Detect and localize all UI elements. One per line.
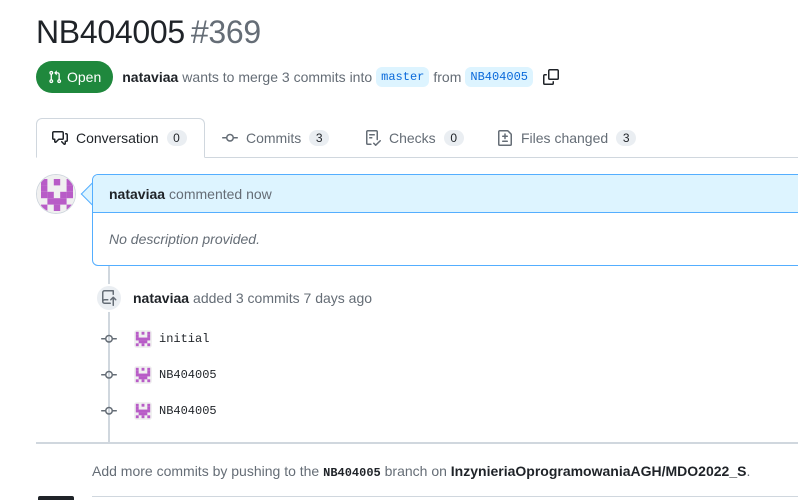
push-description: added 3 commits 7 days ago xyxy=(193,290,373,306)
tab-conversation[interactable]: Conversation 0 xyxy=(36,118,205,158)
commit-message-link[interactable]: NB404005 xyxy=(159,368,217,382)
commit-row: NB404005 xyxy=(100,401,217,421)
push-hint-suffix: . xyxy=(746,463,751,479)
tab-label: Commits xyxy=(246,130,302,146)
comment-header: nataviaa commented now xyxy=(93,175,798,213)
commit-message-link[interactable]: NB404005 xyxy=(159,404,217,418)
from-text: from xyxy=(433,69,462,85)
timeline-divider xyxy=(36,442,798,444)
tab-label: Files changed xyxy=(521,130,609,146)
author-link[interactable]: nataviaa xyxy=(122,69,178,85)
repo-link[interactable]: InzynieriaOprogramowaniaAGH/MDO2022_S xyxy=(451,463,747,479)
comment-body: No description provided. xyxy=(109,231,260,247)
git-commit-icon xyxy=(100,331,118,347)
push-event-badge xyxy=(95,284,123,312)
pr-meta: Open nataviaa wants to merge 3 commits i… xyxy=(36,61,559,93)
tab-counter: 3 xyxy=(309,130,330,146)
head-branch[interactable]: NB404005 xyxy=(465,67,533,87)
avatar[interactable] xyxy=(134,366,152,384)
push-author-link[interactable]: nataviaa xyxy=(133,290,189,306)
push-hint-middle: branch on xyxy=(384,463,447,479)
avatar[interactable] xyxy=(134,330,152,348)
commit-row: NB404005 xyxy=(100,365,217,385)
tab-counter: 0 xyxy=(166,130,187,146)
push-hint-branch: NB404005 xyxy=(323,466,381,480)
comment-box: nataviaa commented now No description pr… xyxy=(92,174,798,266)
git-pull-request-icon xyxy=(49,70,62,84)
copy-icon[interactable] xyxy=(542,69,559,85)
pr-title: NB404005 #369 xyxy=(36,14,261,51)
next-box-stub xyxy=(92,496,798,500)
tab-commits[interactable]: Commits 3 xyxy=(222,118,330,158)
tab-label: Conversation xyxy=(76,130,159,146)
git-commit-icon xyxy=(100,367,118,383)
state-badge-open: Open xyxy=(36,61,114,93)
git-commit-icon xyxy=(222,133,238,142)
pr-title-text: NB404005 xyxy=(36,14,185,50)
git-commit-icon xyxy=(100,403,118,419)
next-avatar-stub xyxy=(38,496,74,500)
avatar[interactable] xyxy=(36,174,76,214)
comment-author-link[interactable]: nataviaa xyxy=(109,186,165,202)
push-hint-prefix: Add more commits by pushing to the xyxy=(92,463,320,479)
tab-label: Checks xyxy=(389,130,436,146)
identicon-icon xyxy=(37,175,75,213)
push-event-text: nataviaa added 3 commits 7 days ago xyxy=(133,290,372,306)
tab-checks[interactable]: Checks 0 xyxy=(365,118,464,158)
commit-row: initial xyxy=(100,329,209,349)
comment-action[interactable]: commented now xyxy=(169,186,272,202)
pr-tabs: Conversation 0 Commits 3 Checks 0 Files … xyxy=(36,118,798,158)
comment-discussion-icon xyxy=(52,131,68,145)
push-hint: Add more commits by pushing to the NB404… xyxy=(92,463,750,480)
tab-counter: 3 xyxy=(616,130,637,146)
file-diff-icon xyxy=(498,130,512,146)
base-branch[interactable]: master xyxy=(376,67,430,87)
state-label: Open xyxy=(67,69,102,85)
tab-counter: 0 xyxy=(443,130,464,146)
pr-number: #369 xyxy=(190,14,261,50)
checklist-icon xyxy=(366,130,381,146)
merge-text: wants to merge 3 commits into xyxy=(182,69,373,85)
avatar[interactable] xyxy=(134,402,152,420)
commit-message-link[interactable]: initial xyxy=(159,332,209,346)
tab-files-changed[interactable]: Files changed 3 xyxy=(497,118,637,158)
repo-push-icon xyxy=(102,290,117,306)
